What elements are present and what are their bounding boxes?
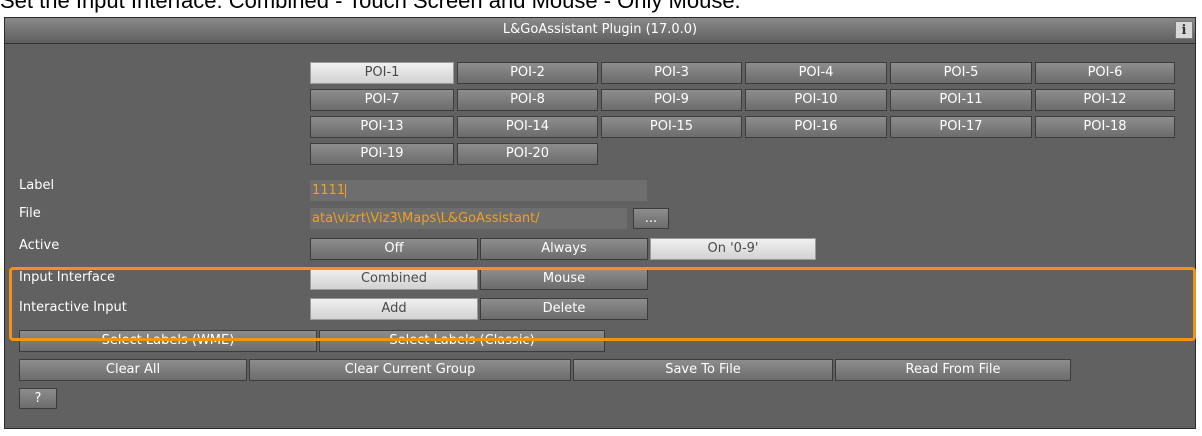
label-input[interactable]: 1111 [310,180,647,201]
browse-button[interactable]: ... [633,208,669,229]
delete-button[interactable]: Delete [480,298,648,320]
file-field-label: File [19,206,41,221]
save-to-file-button[interactable]: Save To File [573,359,833,381]
poi-button-4[interactable]: POI-4 [745,62,887,84]
select-labels-wme-button[interactable]: Select Labels (WME) [19,330,317,352]
add-button[interactable]: Add [310,298,478,320]
clear-all-button[interactable]: Clear All [19,359,247,381]
poi-button-19[interactable]: POI-19 [310,143,454,165]
input-interface-label: Input Interface [19,270,115,285]
window-title: L&GoAssistant Plugin (17.0.0) [502,22,698,37]
clear-current-group-button[interactable]: Clear Current Group [249,359,571,381]
poi-button-17[interactable]: POI-17 [890,116,1032,138]
plugin-panel: L&GoAssistant Plugin (17.0.0) i POI-1 POI… [4,17,1196,429]
active-label: Active [19,238,60,253]
poi-button-3[interactable]: POI-3 [601,62,742,84]
mouse-button[interactable]: Mouse [480,268,648,290]
poi-button-2[interactable]: POI-2 [457,62,598,84]
poi-button-18[interactable]: POI-18 [1035,116,1175,138]
poi-button-20[interactable]: POI-20 [457,143,598,165]
active-off-button[interactable]: Off [310,238,478,260]
active-on-0-9-button[interactable]: On '0-9' [650,238,816,260]
info-icon[interactable]: i [1175,21,1193,39]
poi-button-6[interactable]: POI-6 [1035,62,1175,84]
interactive-input-label: Interactive Input [19,300,127,315]
label-field-label: Label [19,178,55,193]
select-labels-classic-button[interactable]: Select Labels (Classic) [319,330,605,352]
file-path-input[interactable]: ata\vizrt\Viz3\Maps\L&GoAssistant/ [310,208,627,229]
poi-button-1[interactable]: POI-1 [310,62,454,84]
poi-button-11[interactable]: POI-11 [890,89,1032,111]
poi-button-5[interactable]: POI-5 [890,62,1032,84]
help-button[interactable]: ? [19,388,57,409]
poi-button-9[interactable]: POI-9 [601,89,742,111]
poi-button-14[interactable]: POI-14 [457,116,598,138]
caption-text: Set the Input Interface: Combined - Touc… [0,0,741,13]
poi-button-15[interactable]: POI-15 [601,116,742,138]
poi-button-8[interactable]: POI-8 [457,89,598,111]
poi-button-7[interactable]: POI-7 [310,89,454,111]
poi-button-12[interactable]: POI-12 [1035,89,1175,111]
poi-button-10[interactable]: POI-10 [745,89,887,111]
poi-button-13[interactable]: POI-13 [310,116,454,138]
read-from-file-button[interactable]: Read From File [835,359,1071,381]
poi-button-16[interactable]: POI-16 [745,116,887,138]
active-always-button[interactable]: Always [480,238,648,260]
label-input-value: 1111 [312,183,346,198]
title-bar: L&GoAssistant Plugin (17.0.0) i [5,18,1195,44]
text-cursor [345,183,347,198]
combined-button[interactable]: Combined [310,268,478,290]
